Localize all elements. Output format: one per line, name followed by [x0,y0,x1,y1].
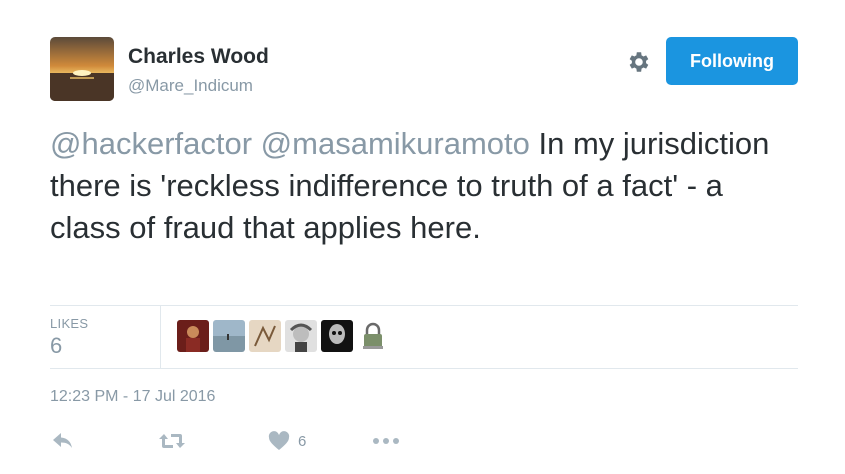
mention-link[interactable]: @hackerfactor [50,126,252,161]
heart-icon [268,431,290,450]
divider [50,368,798,369]
liker-avatar[interactable] [213,320,245,352]
liker-avatar[interactable] [357,320,389,352]
author-handle[interactable]: @Mare_Indicum [128,75,253,97]
gear-icon[interactable] [625,49,651,75]
liker-avatar[interactable] [249,320,281,352]
likes-label: LIKES [50,316,89,331]
tweet-text: @hackerfactor @masamikuramoto In my juri… [50,123,780,249]
divider [160,306,161,368]
liker-avatars [177,320,389,352]
likes-count[interactable]: 6 [50,333,62,359]
liker-avatar[interactable] [177,320,209,352]
more-icon [373,438,399,444]
liker-avatar[interactable] [285,320,317,352]
reply-icon [53,433,72,448]
more-button[interactable] [372,430,400,452]
author-name[interactable]: Charles Wood [128,44,269,70]
following-button[interactable]: Following [666,37,798,85]
divider [50,305,798,306]
reply-button[interactable] [52,430,74,452]
mention-link[interactable]: @masamikuramoto [261,126,530,161]
retweet-icon [159,434,185,448]
like-button[interactable]: 6 [268,430,306,452]
liker-avatar[interactable] [321,320,353,352]
author-avatar[interactable] [50,37,114,101]
tweet-timestamp[interactable]: 12:23 PM - 17 Jul 2016 [50,388,215,406]
retweet-button[interactable] [158,430,186,452]
like-count: 6 [298,432,307,450]
